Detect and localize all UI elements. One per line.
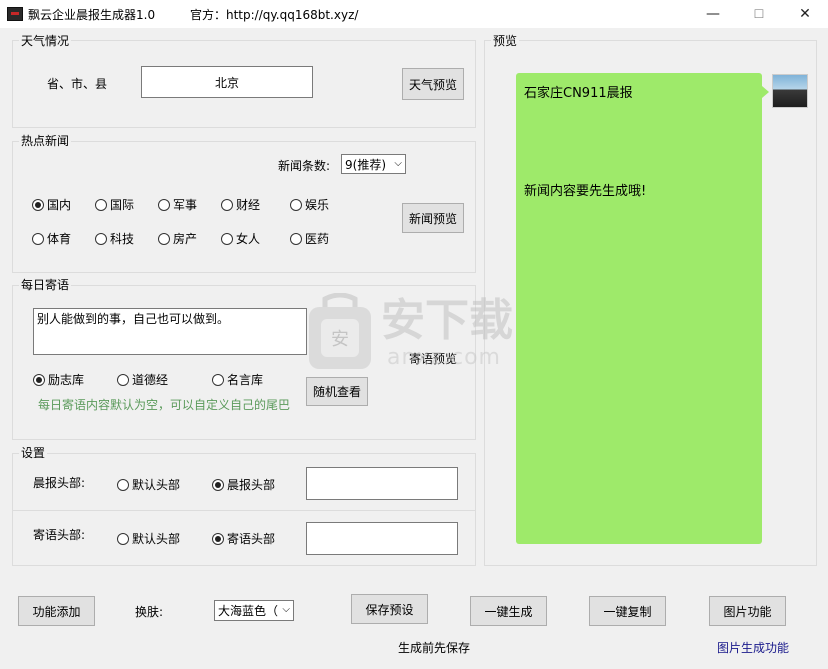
news-radio-domestic[interactable]: 国内 (32, 196, 71, 213)
news-count-select[interactable]: 9(推荐) ⌵ (341, 154, 406, 174)
daily-text-area[interactable]: 别人能做到的事，自己也可以做到。 (33, 308, 307, 355)
news-radio-international[interactable]: 国际 (95, 196, 134, 213)
radio-label: 名言库 (227, 373, 264, 387)
official-site-text: 官方：http://qy.qq168bt.xyz/ (190, 8, 359, 22)
daily-legend: 每日寄语 (19, 278, 72, 292)
radio-checked-icon (32, 198, 44, 211)
radio-label: 寄语头部 (227, 532, 276, 546)
minimize-icon[interactable]: — (690, 0, 736, 28)
radio-unchecked-icon (117, 532, 129, 545)
image-generate-link[interactable]: 图片生成功能 (717, 639, 789, 656)
radio-checked-icon (212, 532, 224, 545)
bubble-tail (762, 86, 769, 98)
news-preview-button[interactable]: 新闻预览 (402, 203, 464, 233)
radio-unchecked-icon (95, 232, 107, 245)
preview-body: 新闻内容要先生成哦! (524, 184, 647, 199)
radio-label: 道德经 (132, 373, 169, 387)
morning-header-custom-radio[interactable]: 晨报头部 (212, 476, 275, 493)
preview-legend: 预览 (491, 34, 520, 48)
daily-radio-inspire[interactable]: 励志库 (33, 371, 84, 388)
maximize-icon[interactable]: ☐ (736, 0, 782, 28)
radio-label: 娱乐 (305, 198, 330, 212)
add-feature-button[interactable]: 功能添加 (18, 596, 95, 626)
news-radio-women[interactable]: 女人 (221, 230, 260, 247)
wish-header-label: 寄语头部: (33, 528, 86, 542)
radio-label: 财经 (236, 198, 261, 212)
message-bubble (516, 73, 762, 544)
news-radio-military[interactable]: 军事 (158, 196, 197, 213)
close-icon[interactable]: ✕ (782, 0, 828, 28)
radio-label: 晨报头部 (227, 478, 276, 492)
radio-label: 军事 (173, 198, 198, 212)
daily-hint: 每日寄语内容默认为空，可以自定义自己的尾巴 (38, 398, 291, 412)
radio-label: 默认头部 (132, 532, 181, 546)
radio-unchecked-icon (290, 232, 302, 245)
news-radio-realestate[interactable]: 房产 (158, 230, 197, 247)
location-label: 省、市、县 (47, 77, 108, 91)
wish-header-default-radio[interactable]: 默认头部 (117, 530, 180, 547)
radio-label: 体育 (47, 232, 72, 246)
chevron-down-icon: ⌵ (282, 604, 290, 615)
radio-label: 女人 (236, 232, 261, 246)
chevron-down-icon: ⌵ (394, 158, 402, 169)
radio-label: 医药 (305, 232, 330, 246)
radio-unchecked-icon (221, 232, 233, 245)
radio-unchecked-icon (117, 373, 129, 386)
weather-preview-button[interactable]: 天气预览 (402, 68, 464, 100)
daily-radio-daodejing[interactable]: 道德经 (117, 371, 168, 388)
radio-checked-icon (212, 478, 224, 491)
settings-divider (13, 510, 475, 511)
news-count-label: 新闻条数: (278, 159, 331, 173)
radio-unchecked-icon (212, 373, 224, 386)
radio-label: 默认头部 (132, 478, 181, 492)
morning-header-input[interactable] (306, 467, 458, 500)
morning-header-label: 晨报头部: (33, 476, 86, 490)
news-radio-tech[interactable]: 科技 (95, 230, 134, 247)
radio-unchecked-icon (158, 198, 170, 211)
news-legend: 热点新闻 (19, 134, 72, 148)
radio-unchecked-icon (117, 478, 129, 491)
preview-title: 石家庄CN911晨报 (524, 86, 633, 101)
radio-checked-icon (33, 373, 45, 386)
settings-legend: 设置 (19, 446, 48, 460)
radio-label: 科技 (110, 232, 135, 246)
app-icon (7, 7, 23, 21)
radio-unchecked-icon (221, 198, 233, 211)
window-title: 飘云企业晨报生成器1.0 (28, 8, 156, 22)
radio-unchecked-icon (290, 198, 302, 211)
avatar (772, 74, 808, 108)
weather-legend: 天气情况 (19, 34, 72, 48)
daily-radio-quotes[interactable]: 名言库 (212, 371, 263, 388)
news-radio-sports[interactable]: 体育 (32, 230, 71, 247)
wish-header-custom-radio[interactable]: 寄语头部 (212, 530, 275, 547)
random-view-button[interactable]: 随机查看 (306, 377, 368, 406)
one-click-generate-button[interactable]: 一键生成 (470, 596, 547, 626)
news-radio-entertainment[interactable]: 娱乐 (290, 196, 329, 213)
morning-header-default-radio[interactable]: 默认头部 (117, 476, 180, 493)
location-input[interactable]: 北京 (141, 66, 313, 98)
daily-preview-button[interactable]: 寄语预览 (402, 343, 464, 373)
image-feature-button[interactable]: 图片功能 (709, 596, 786, 626)
skin-label: 换肤: (135, 605, 164, 619)
radio-unchecked-icon (158, 232, 170, 245)
news-radio-finance[interactable]: 财经 (221, 196, 260, 213)
skin-value: 大海蓝色（ (218, 604, 279, 618)
radio-label: 励志库 (48, 373, 85, 387)
radio-label: 房产 (173, 232, 198, 246)
news-count-value: 9(推荐) (345, 157, 386, 172)
save-first-note: 生成前先保存 (398, 641, 471, 655)
radio-unchecked-icon (95, 198, 107, 211)
one-click-copy-button[interactable]: 一键复制 (589, 596, 666, 626)
skin-select[interactable]: 大海蓝色（ ⌵ (214, 600, 294, 621)
save-preset-button[interactable]: 保存预设 (351, 594, 428, 624)
news-radio-medicine[interactable]: 医药 (290, 230, 329, 247)
wish-header-input[interactable] (306, 522, 458, 555)
radio-label: 国内 (47, 198, 72, 212)
radio-unchecked-icon (32, 232, 44, 245)
radio-label: 国际 (110, 198, 135, 212)
